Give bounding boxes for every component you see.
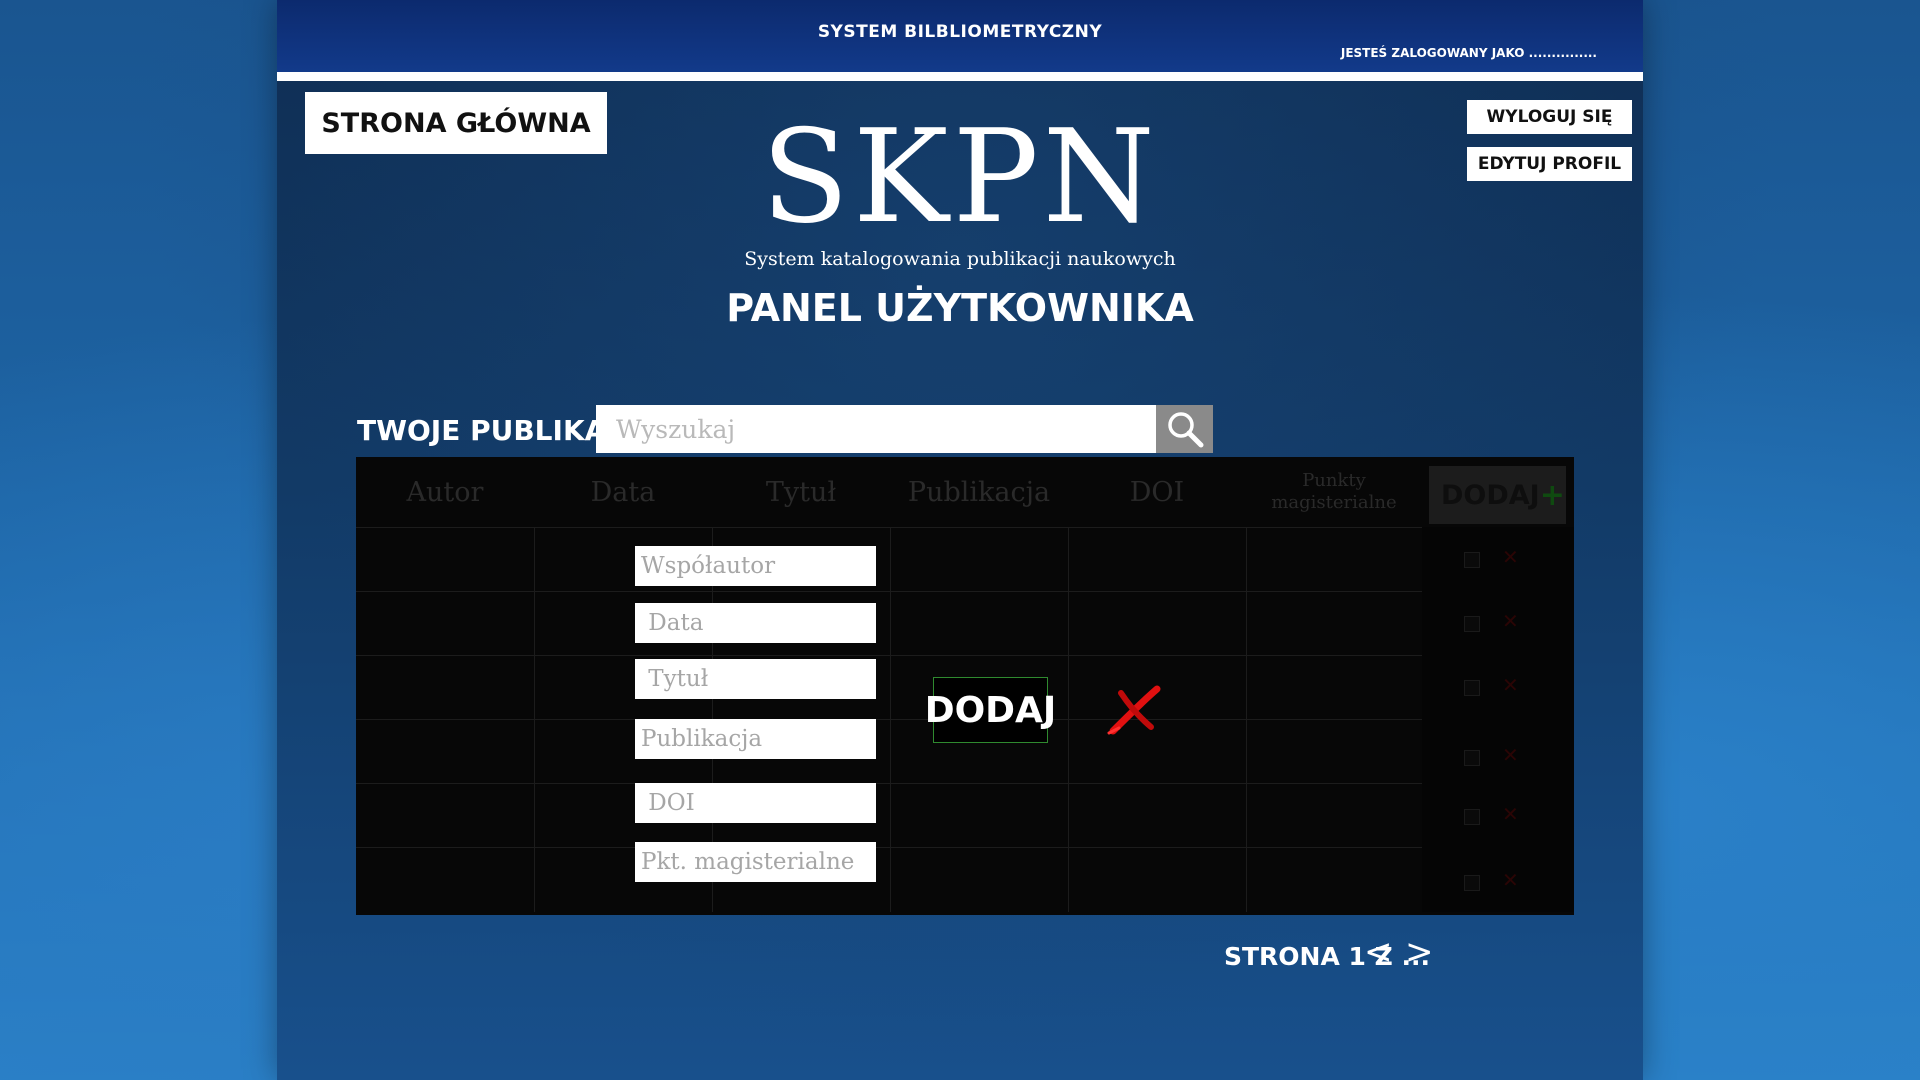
top-bar: SYSTEM BILBLIOMETRYCZNY JESTEŚ ZALOGOWAN…: [277, 0, 1643, 72]
coauthor-field[interactable]: [635, 546, 876, 586]
row-divider: [356, 591, 1422, 592]
search-button[interactable]: [1156, 405, 1213, 453]
delete-row-icon[interactable]: ✕: [1502, 868, 1519, 892]
points-field[interactable]: [635, 842, 876, 882]
plus-icon: +: [1539, 477, 1565, 513]
header-add-label: DODAJ: [1441, 479, 1540, 511]
row-divider: [356, 719, 1422, 720]
column-header-publication: Publikacja: [907, 476, 1051, 508]
row-checkbox[interactable]: [1464, 809, 1480, 825]
row-divider: [356, 783, 1422, 784]
top-bar-divider: [277, 72, 1643, 81]
header-add-button[interactable]: DODAJ +: [1429, 466, 1566, 524]
close-x-icon: [1107, 685, 1161, 735]
row-divider: [356, 527, 1422, 528]
logo: SKPN: [761, 103, 1159, 252]
main-column: SYSTEM BILBLIOMETRYCZNY JESTEŚ ZALOGOWAN…: [277, 0, 1643, 1080]
delete-row-icon[interactable]: ✕: [1502, 743, 1519, 767]
add-submit-button[interactable]: DODAJ: [925, 677, 1056, 743]
date-field[interactable]: [635, 603, 876, 643]
row-checkbox[interactable]: [1464, 680, 1480, 696]
delete-row-icon[interactable]: ✕: [1502, 673, 1519, 697]
doi-field[interactable]: [635, 783, 876, 823]
cancel-button[interactable]: [1099, 681, 1169, 741]
title-field[interactable]: [635, 659, 876, 699]
page-title: PANEL UŻYTKOWNIKA: [726, 286, 1194, 330]
search-icon: [1167, 412, 1203, 448]
app-title: SYSTEM BILBLIOMETRYCZNY: [817, 22, 1103, 42]
publication-field[interactable]: [635, 719, 876, 759]
column-header-author: Autor: [406, 476, 484, 508]
pagination-label: STRONA 1 Z ...: [1224, 942, 1430, 971]
column-header-title: Tytuł: [765, 476, 837, 508]
subtitle: System katalogowania publikacji naukowyc…: [744, 248, 1176, 270]
row-actions-column: [1422, 527, 1574, 912]
delete-row-icon[interactable]: ✕: [1502, 545, 1519, 569]
delete-row-icon[interactable]: ✕: [1502, 802, 1519, 826]
row-checkbox[interactable]: [1464, 552, 1480, 568]
column-header-points: Punkty magisterialne: [1271, 470, 1397, 513]
row-checkbox[interactable]: [1464, 875, 1480, 891]
prev-page-button[interactable]: <: [1364, 932, 1393, 972]
delete-row-icon[interactable]: ✕: [1502, 609, 1519, 633]
row-checkbox[interactable]: [1464, 616, 1480, 632]
column-header-doi: DOI: [1129, 476, 1185, 508]
next-page-button[interactable]: >: [1405, 932, 1434, 972]
column-header-date: Data: [590, 476, 656, 508]
row-divider: [356, 655, 1422, 656]
login-status: JESTEŚ ZALOGOWANY JAKO ...............: [1340, 46, 1597, 60]
row-checkbox[interactable]: [1464, 750, 1480, 766]
row-divider: [356, 847, 1422, 848]
search-input[interactable]: [596, 405, 1156, 453]
